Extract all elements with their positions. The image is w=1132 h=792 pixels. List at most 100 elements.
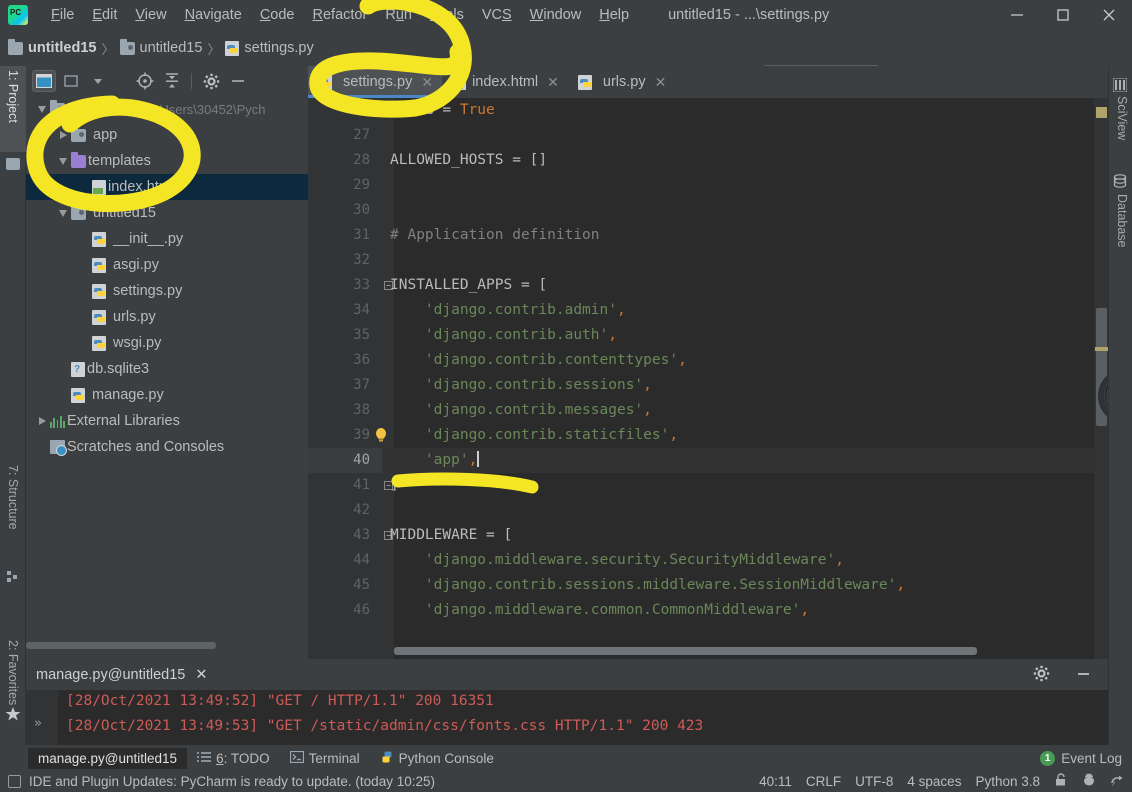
code-line[interactable]: 45 'django.contrib.sessions.middleware.S… — [308, 573, 1108, 598]
tree-item-db-sqlite3[interactable]: db.sqlite3 — [26, 356, 308, 382]
code-line[interactable]: 30 — [308, 198, 1108, 223]
gear-icon[interactable] — [199, 70, 223, 92]
tree-item-wsgi-py[interactable]: wsgi.py — [26, 330, 308, 356]
intention-bulb-icon[interactable] — [374, 427, 388, 443]
hide-panel-icon[interactable] — [226, 70, 250, 92]
tree-item-external-libraries[interactable]: External Libraries — [26, 408, 308, 434]
menu-item-help[interactable]: Help — [590, 4, 638, 26]
project-view-name-button[interactable] — [59, 70, 83, 92]
menu-item-view[interactable]: View — [126, 4, 175, 26]
tree-item-asgi-py[interactable]: asgi.py — [26, 252, 308, 278]
menu-item-window[interactable]: Window — [521, 4, 591, 26]
code-line[interactable]: 34 'django.contrib.admin', — [308, 298, 1108, 323]
sidebar-item-structure[interactable]: 7: Structure — [0, 461, 26, 566]
menu-item-tools[interactable]: Tools — [421, 4, 473, 26]
code-line[interactable]: 44 'django.middleware.security.SecurityM… — [308, 548, 1108, 573]
code-line[interactable]: 32 — [308, 248, 1108, 273]
bottom-tab-run[interactable]: manage.py@untitled15 — [28, 748, 187, 769]
bottom-tab-terminal[interactable]: Terminal — [280, 748, 370, 769]
tree-item-settings-py[interactable]: settings.py — [26, 278, 308, 304]
breadcrumb-item-module[interactable]: untitled15 — [120, 40, 203, 56]
caret-position[interactable]: 40:11 — [759, 774, 792, 789]
chevron-right-icon[interactable] — [34, 417, 50, 425]
indent-setting[interactable]: 4 spaces — [907, 774, 961, 789]
code-line[interactable]: 40 'app', — [308, 448, 1108, 473]
code-line[interactable]: 28ALLOWED_HOSTS = [] — [308, 148, 1108, 173]
minimize-button[interactable] — [994, 0, 1040, 30]
scrollbar-thumb[interactable] — [26, 642, 216, 649]
breadcrumb-item-file[interactable]: settings.py — [225, 40, 313, 56]
console-output[interactable]: » [28/Oct/2021 13:49:52] "GET / HTTP/1.1… — [26, 690, 1108, 745]
tree-item-index-html[interactable]: index.html — [26, 174, 308, 200]
chevron-down-icon[interactable] — [55, 210, 71, 217]
project-view-select-button[interactable] — [32, 70, 56, 92]
editor-horizontal-scrollbar[interactable] — [394, 647, 1094, 655]
code-line[interactable]: 33−INSTALLED_APPS = [ — [308, 273, 1108, 298]
code-line[interactable]: 31# Application definition — [308, 223, 1108, 248]
project-view-chevron-button[interactable] — [86, 70, 110, 92]
code-line[interactable]: 46 'django.middleware.common.CommonMiddl… — [308, 598, 1108, 623]
close-button[interactable] — [1086, 0, 1132, 30]
editor-tab-close-icon[interactable]: ✕ — [547, 74, 559, 91]
menu-item-run[interactable]: Run — [376, 4, 421, 26]
console-close-icon[interactable]: ✕ — [185, 667, 207, 683]
menu-item-navigate[interactable]: Navigate — [176, 4, 251, 26]
sidebar-item-project[interactable]: 1: Project — [0, 66, 26, 152]
code-editor[interactable]: 26DEBUG = True2728ALLOWED_HOSTS = []2930… — [308, 98, 1108, 659]
menu-item-file[interactable]: File — [42, 4, 83, 26]
status-message-group[interactable]: IDE and Plugin Updates: PyCharm is ready… — [8, 774, 435, 789]
code-line[interactable]: 26DEBUG = True — [308, 98, 1108, 123]
tree-item--init-py[interactable]: __init__.py — [26, 226, 308, 252]
editor-tab-urls-py[interactable]: urls.py✕ — [568, 66, 675, 98]
scrollbar-thumb[interactable] — [394, 647, 977, 655]
bottom-tab-todo[interactable]: 6: TODO — [187, 748, 280, 769]
menu-item-code[interactable]: Code — [251, 4, 304, 26]
editor-tab-index-html[interactable]: index.html✕ — [442, 66, 568, 98]
bottom-tab-python-console[interactable]: Python Console — [370, 747, 504, 770]
tree-item-untitled15[interactable]: untitled15 — [26, 200, 308, 226]
code-line[interactable]: 43−MIDDLEWARE = [ — [308, 523, 1108, 548]
tree-item-urls-py[interactable]: urls.py — [26, 304, 308, 330]
project-horizontal-scrollbar[interactable] — [26, 641, 308, 650]
tree-item-app[interactable]: app — [26, 122, 308, 148]
event-log-button[interactable]: 1 Event Log — [1040, 751, 1122, 766]
console-minimize-icon[interactable] — [1075, 665, 1092, 687]
tree-item-manage-py[interactable]: manage.py — [26, 382, 308, 408]
code-line[interactable]: 42 — [308, 498, 1108, 523]
editor-tab-settings-py[interactable]: settings.py✕ — [308, 66, 442, 98]
breadcrumb-item-project[interactable]: untitled15 — [8, 40, 96, 56]
line-separator[interactable]: CRLF — [806, 774, 841, 789]
warning-stripe-marker[interactable] — [1095, 347, 1108, 351]
editor-tab-close-icon[interactable]: ✕ — [655, 74, 667, 91]
project-tree[interactable]: untitled15...Users\30452\Pychapptemplate… — [26, 96, 308, 641]
menu-item-edit[interactable]: Edit — [83, 4, 126, 26]
menu-item-vcs[interactable]: VCS — [473, 4, 521, 26]
inspection-icon[interactable] — [1082, 773, 1096, 790]
menu-item-refactor[interactable]: Refactor — [304, 4, 377, 26]
collapse-all-icon[interactable] — [160, 70, 184, 92]
error-stripe-marker[interactable] — [1096, 107, 1107, 118]
sidebar-item-sciview[interactable]: SciView — [1109, 92, 1132, 162]
sidebar-item-database[interactable]: Database — [1109, 190, 1132, 272]
git-branch-icon[interactable]: ? — [1110, 773, 1124, 790]
locate-file-icon[interactable] — [133, 70, 157, 92]
chevron-down-icon[interactable] — [55, 158, 71, 165]
chevron-down-icon[interactable] — [34, 106, 50, 113]
code-line[interactable]: 41−] — [308, 473, 1108, 498]
code-line[interactable]: 29 — [308, 173, 1108, 198]
chevron-right-icon[interactable] — [55, 131, 71, 139]
interpreter[interactable]: Python 3.8 — [975, 774, 1040, 789]
code-line[interactable]: 38 'django.contrib.messages', — [308, 398, 1108, 423]
tree-item-untitled15[interactable]: untitled15...Users\30452\Pych — [26, 96, 308, 122]
code-line[interactable]: 36 'django.contrib.contenttypes', — [308, 348, 1108, 373]
code-line[interactable]: 27 — [308, 123, 1108, 148]
maximize-button[interactable] — [1040, 0, 1086, 30]
tree-item-templates[interactable]: templates — [26, 148, 308, 174]
editor-tab-close-icon[interactable]: ✕ — [421, 74, 433, 91]
code-line[interactable]: 39 'django.contrib.staticfiles', — [308, 423, 1108, 448]
console-tab-label[interactable]: manage.py@untitled15 — [26, 667, 185, 683]
lock-icon[interactable] — [1054, 773, 1068, 790]
code-line[interactable]: 35 'django.contrib.auth', — [308, 323, 1108, 348]
encoding[interactable]: UTF-8 — [855, 774, 893, 789]
console-gear-icon[interactable] — [1033, 665, 1050, 687]
